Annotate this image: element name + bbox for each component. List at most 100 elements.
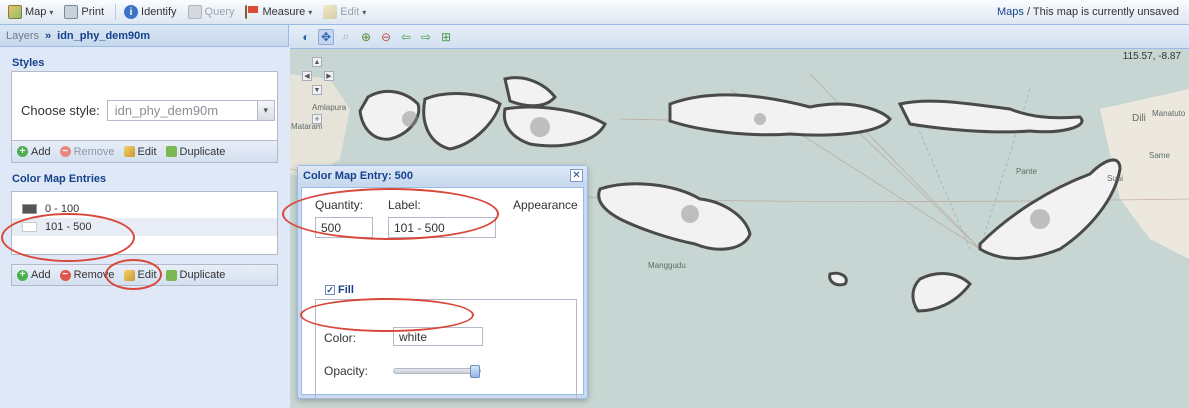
breadcrumb-layers-link[interactable]: Layers [6,30,39,42]
map-menu-button[interactable]: Map ▾ [8,5,53,19]
color-label: Color: [324,331,357,345]
pan-right-icon[interactable]: ▶ [324,71,334,81]
dropdown-arrow-icon: ▾ [308,7,313,17]
quantity-label: Quantity: [315,198,364,212]
pan-icon[interactable]: ✥ [318,28,334,45]
duplicate-style-label: Duplicate [179,145,226,158]
zoom-in-icon[interactable]: ⊕ [358,29,374,45]
remove-entry-button[interactable]: − Remove [59,269,115,281]
fill-label: Fill [338,284,354,296]
color-value: white [399,329,428,344]
dropdown-arrow-icon: ▾ [362,7,367,17]
duplicate-entry-button[interactable]: Duplicate [165,269,225,281]
coordinate-readout: 115.57, -8.87 [1122,51,1181,62]
choose-style-row: Choose style: idn_phy_dem90m ▾ [21,100,275,121]
back-arrow-icon[interactable]: ⇦ [398,29,414,45]
main-toolbar: Map ▾ Print i Identify Query Measure ▾ E… [0,0,1189,25]
style-select[interactable]: idn_phy_dem90m ▾ [106,100,275,121]
appearance-tab[interactable]: Appearance [513,198,578,212]
globe-icon[interactable]: ◐ [298,29,314,45]
map-icon [8,5,22,19]
fill-fieldset [315,299,577,399]
dialog-title: Color Map Entry: 500 [298,166,587,186]
add-entry-label: Add [31,269,51,281]
forward-arrow-icon[interactable]: ⇨ [418,29,434,45]
close-icon[interactable]: ✕ [570,169,583,182]
pan-up-icon[interactable]: ▲ [312,57,322,67]
color-map-title: Color Map Entries [9,173,110,185]
identify-button[interactable]: i Identify [124,5,177,19]
print-button[interactable]: Print [64,5,104,19]
map-label-mataram: Mataram [291,122,323,131]
pan-control[interactable]: ▲ ◀ ▶ ▼ [298,57,336,95]
measure-button[interactable]: Measure ▾ [245,5,312,19]
add-entry-button[interactable]: + Add [17,269,51,281]
duplicate-icon [165,269,177,281]
dialog-body: Quantity: 500 Label: 101 - 500 Appearanc… [301,187,584,399]
pan-left-icon[interactable]: ◀ [302,71,312,81]
query-icon [187,5,202,19]
styles-actions-toolbar: + Add − Remove Edit Duplicate [11,141,278,163]
remove-entry-label: Remove [73,269,115,281]
slider-thumb[interactable] [470,365,480,378]
remove-style-label: Remove [73,145,115,158]
fill-toggle[interactable]: ✓ Fill [323,284,356,296]
zoom-out-icon[interactable]: ⊖ [378,29,394,45]
measure-label: Measure [262,6,306,18]
color-map-entry-label: 101 - 500 [45,221,92,233]
pan-down-icon[interactable]: ▼ [312,85,322,95]
map-label-suai: Suai [1107,174,1124,183]
label-label: Label: [388,198,421,212]
toolbar-separator [115,4,117,20]
edit-style-button[interactable]: Edit [123,146,157,158]
measure-flag-icon [245,5,260,19]
chevron-down-icon[interactable]: ▾ [256,101,274,120]
breadcrumb-separator: » [45,29,52,42]
map-label-amlapura: Amlapura [312,103,347,112]
print-label: Print [81,6,105,18]
layer-style-panel: Layers » idn_phy_dem90m Choose style: id… [0,25,289,408]
label-input[interactable]: 101 - 500 [388,217,496,238]
color-map-entry-label: 0 - 100 [45,203,80,215]
edit-menu-button[interactable]: Edit ▾ [323,5,366,19]
maps-link[interactable]: Maps [997,6,1024,18]
color-swatch [22,204,37,214]
map-label-same: Same [1149,151,1170,160]
duplicate-style-button[interactable]: Duplicate [165,145,226,158]
color-input[interactable]: white [393,327,483,346]
remove-icon: − [59,146,71,157]
checkbox-checked-icon[interactable]: ✓ [325,285,335,295]
unsaved-message: / This map is currently unsaved [1023,6,1179,18]
identify-label: Identify [141,6,177,18]
edit-entry-button[interactable]: Edit [123,269,157,281]
panel-body: Choose style: idn_phy_dem90m ▾ Styles + … [0,47,289,408]
duplicate-icon [165,146,177,157]
add-icon: + [17,269,28,281]
breadcrumb: Layers » idn_phy_dem90m [0,25,288,47]
color-map-entry-selected[interactable]: 101 - 500 [12,218,277,236]
query-button[interactable]: Query [187,5,234,19]
map-navigation-toolbar: ◐ ✥ ⌕ ⊕ ⊖ ⇦ ⇨ ⊞ [290,25,1189,49]
zoom-box-icon[interactable]: ⌕ [338,29,354,45]
edit-entry-label: Edit [137,269,157,281]
add-style-button[interactable]: + Add [17,146,51,158]
remove-style-button[interactable]: − Remove [59,145,115,158]
pencil-icon [123,269,135,281]
map-status: Maps / This map is currently unsaved [997,6,1179,18]
quantity-input[interactable]: 500 [315,217,373,238]
zoom-extent-icon[interactable]: ⊞ [438,29,454,45]
label-value: 101 - 500 [394,220,445,235]
map-label-pante: Pante [1016,167,1037,176]
pencil-icon [123,146,135,157]
info-icon: i [124,5,139,19]
styles-fieldset: Choose style: idn_phy_dem90m ▾ [11,71,278,141]
color-swatch [22,222,37,232]
opacity-slider[interactable] [393,365,481,378]
color-map-entry-dialog: Color Map Entry: 500 ✕ Quantity: 500 Lab… [297,165,588,399]
choose-style-label: Choose style: [21,103,100,118]
add-style-label: Add [31,145,51,158]
pencil-icon [323,5,338,19]
color-map-actions-toolbar: + Add − Remove Edit Duplicate [11,264,278,286]
style-select-value: idn_phy_dem90m [114,103,219,118]
color-map-entry[interactable]: 0 - 100 [12,200,277,218]
